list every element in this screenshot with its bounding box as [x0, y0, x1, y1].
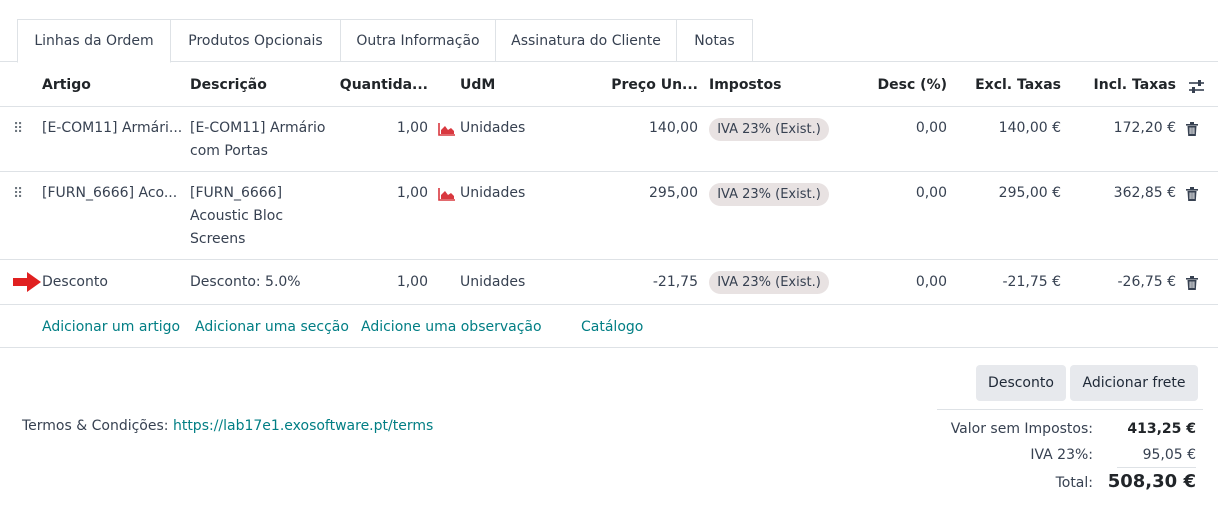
cell-descricao[interactable]: [E-COM11] Armário com Portas: [190, 117, 335, 163]
cell-excl-taxas: 295,00 €: [998, 185, 1061, 201]
add-section-link[interactable]: Adicionar uma secção: [195, 319, 349, 335]
tax-badge[interactable]: IVA 23% (Exist.): [709, 271, 829, 294]
cell-preco[interactable]: 140,00: [649, 120, 698, 136]
cell-artigo[interactable]: Desconto: [42, 274, 108, 290]
vat-label: IVA 23%:: [1030, 447, 1093, 463]
tab-linhas-da-ordem[interactable]: Linhas da Ordem: [17, 19, 171, 63]
discount-button[interactable]: Desconto: [976, 365, 1066, 401]
trash-icon[interactable]: [1186, 187, 1198, 201]
terms-and-conditions: Termos & Condições: https://lab17e1.exos…: [22, 418, 433, 434]
vat-value: 95,05 €: [1142, 447, 1196, 463]
table-row[interactable]: ⠿ [FURN_6666] Aco... [FURN_6666] Acousti…: [0, 172, 1218, 260]
add-product-link[interactable]: Adicionar um artigo: [42, 319, 180, 335]
add-note-link[interactable]: Adicione uma observação: [361, 319, 542, 335]
column-header-descricao[interactable]: Descrição: [190, 77, 267, 93]
cell-quantidade[interactable]: 1,00: [397, 120, 428, 136]
cell-artigo[interactable]: [FURN_6666] Aco...: [42, 185, 177, 201]
forecast-chart-icon[interactable]: [438, 122, 456, 136]
column-header-impostos[interactable]: Impostos: [709, 77, 781, 93]
tax-badge[interactable]: IVA 23% (Exist.): [709, 118, 829, 141]
cell-excl-taxas: -21,75 €: [1002, 274, 1062, 290]
untaxed-amount-value: 413,25 €: [1127, 421, 1196, 437]
column-header-udm[interactable]: UdM: [460, 77, 495, 93]
cell-artigo[interactable]: [E-COM11] Armári...: [42, 120, 182, 136]
cell-desc[interactable]: 0,00: [916, 120, 947, 136]
cell-quantidade[interactable]: 1,00: [397, 274, 428, 290]
tab-notas[interactable]: Notas: [677, 19, 753, 62]
tab-assinatura-do-cliente[interactable]: Assinatura do Cliente: [496, 19, 677, 62]
column-header-artigo[interactable]: Artigo: [42, 77, 91, 93]
terms-label: Termos & Condições:: [22, 418, 169, 434]
cell-quantidade[interactable]: 1,00: [397, 185, 428, 201]
cell-udm[interactable]: Unidades: [460, 185, 525, 201]
totals-divider: [1117, 467, 1196, 468]
column-header-desc[interactable]: Desc (%): [878, 77, 947, 93]
cell-udm[interactable]: Unidades: [460, 120, 525, 136]
trash-icon[interactable]: [1186, 122, 1198, 136]
tab-outra-informacao[interactable]: Outra Informação: [341, 19, 496, 62]
table-row[interactable]: ⠿ [E-COM11] Armári... [E-COM11] Armário …: [0, 107, 1218, 172]
cell-incl-taxas: 172,20 €: [1113, 120, 1176, 136]
trash-icon[interactable]: [1186, 276, 1198, 290]
column-header-excl-taxas[interactable]: Excl. Taxas: [975, 77, 1061, 93]
column-header-preco[interactable]: Preço Un...: [611, 77, 698, 93]
catalog-link[interactable]: Catálogo: [581, 319, 643, 335]
tab-produtos-opcionais[interactable]: Produtos Opcionais: [171, 19, 341, 62]
cell-desc[interactable]: 0,00: [916, 274, 947, 290]
column-header-incl-taxas[interactable]: Incl. Taxas: [1094, 77, 1176, 93]
table-row[interactable]: Desconto Desconto: 5.0% 1,00 Unidades -2…: [0, 260, 1218, 305]
red-arrow-icon: [13, 272, 41, 292]
cell-udm[interactable]: Unidades: [460, 274, 525, 290]
column-header-quantidade[interactable]: Quantida...: [340, 77, 428, 93]
drag-handle-icon[interactable]: ⠿: [13, 186, 23, 202]
add-line-row: Adicionar um artigo Adicionar uma secção…: [0, 305, 1218, 348]
cell-desc[interactable]: 0,00: [916, 185, 947, 201]
cell-incl-taxas: 362,85 €: [1113, 185, 1176, 201]
drag-handle-icon[interactable]: ⠿: [13, 121, 23, 137]
totals-summary: Valor sem Impostos: 413,25 € IVA 23%: 95…: [937, 409, 1203, 504]
optional-columns-icon[interactable]: [1188, 79, 1205, 94]
untaxed-amount-label: Valor sem Impostos:: [950, 421, 1093, 437]
terms-link[interactable]: https://lab17e1.exosoftware.pt/terms: [173, 418, 433, 434]
total-value: 508,30 €: [1107, 471, 1196, 492]
add-shipping-button[interactable]: Adicionar frete: [1070, 365, 1198, 401]
notebook-tabs: Linhas da Ordem Produtos Opcionais Outra…: [0, 0, 1218, 63]
cell-incl-taxas: -26,75 €: [1117, 274, 1177, 290]
order-lines-header: Artigo Descrição Quantida... UdM Preço U…: [0, 62, 1218, 107]
forecast-chart-icon[interactable]: [438, 187, 456, 201]
cell-preco[interactable]: 295,00: [649, 185, 698, 201]
tax-badge[interactable]: IVA 23% (Exist.): [709, 183, 829, 206]
total-label: Total:: [1055, 475, 1093, 491]
cell-descricao[interactable]: Desconto: 5.0%: [190, 274, 301, 290]
cell-excl-taxas: 140,00 €: [998, 120, 1061, 136]
cell-preco[interactable]: -21,75: [653, 274, 698, 290]
cell-descricao[interactable]: [FURN_6666] Acoustic Bloc Screens: [190, 182, 310, 251]
